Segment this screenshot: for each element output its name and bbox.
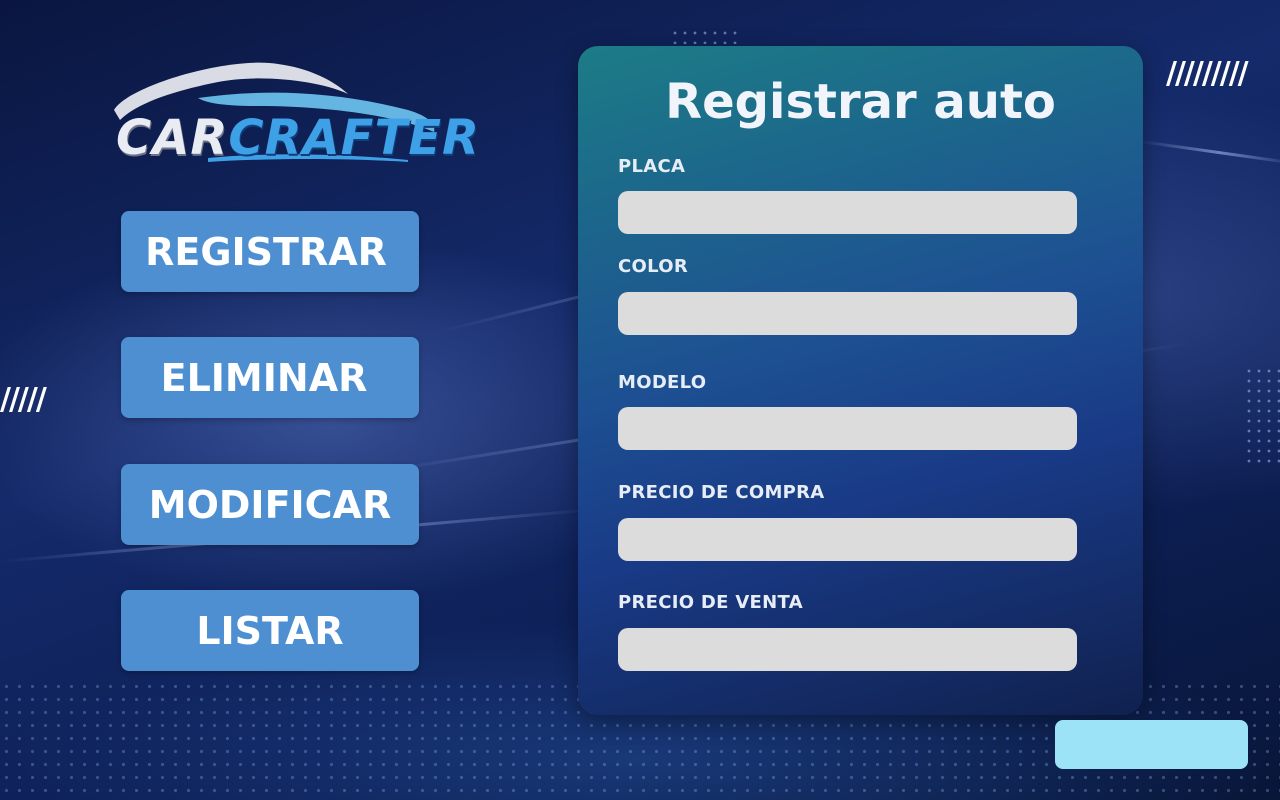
modificar-button[interactable]: MODIFICAR xyxy=(121,464,419,545)
modelo-input[interactable] xyxy=(618,407,1077,450)
listar-button-label: LISTAR xyxy=(196,608,344,653)
submit-button[interactable] xyxy=(1055,720,1248,769)
logo-wordmark: CARCRAFTER xyxy=(116,110,480,166)
precio-compra-input[interactable] xyxy=(618,518,1077,561)
color-input[interactable] xyxy=(618,292,1077,335)
precio-compra-label: PRECIO DE COMPRA xyxy=(618,482,825,503)
dot-pattern-top xyxy=(670,28,740,44)
precio-venta-label: PRECIO DE VENTA xyxy=(618,592,803,613)
form-title: Registrar auto xyxy=(665,74,1056,130)
slash-decoration-left: ///// xyxy=(0,382,47,417)
eliminar-button[interactable]: ELIMINAR xyxy=(121,337,419,418)
slash-decoration-top-right: ///////// xyxy=(1166,56,1249,91)
modificar-button-label: MODIFICAR xyxy=(148,482,392,527)
registrar-button[interactable]: REGISTRAR xyxy=(121,211,419,292)
logo-text-crafter: CRAFTER xyxy=(228,110,480,166)
listar-button[interactable]: LISTAR xyxy=(121,590,419,671)
eliminar-button-label: ELIMINAR xyxy=(160,355,368,400)
dot-pattern-right xyxy=(1244,366,1280,464)
logo-text-car: CAR xyxy=(116,110,229,166)
precio-venta-input[interactable] xyxy=(618,628,1077,671)
placa-label: PLACA xyxy=(618,156,686,177)
modelo-label: MODELO xyxy=(618,372,707,393)
carcrafter-logo: CARCRAFTER xyxy=(108,58,479,173)
registrar-button-label: REGISTRAR xyxy=(145,229,387,274)
color-label: COLOR xyxy=(618,256,689,277)
placa-input[interactable] xyxy=(618,191,1077,234)
